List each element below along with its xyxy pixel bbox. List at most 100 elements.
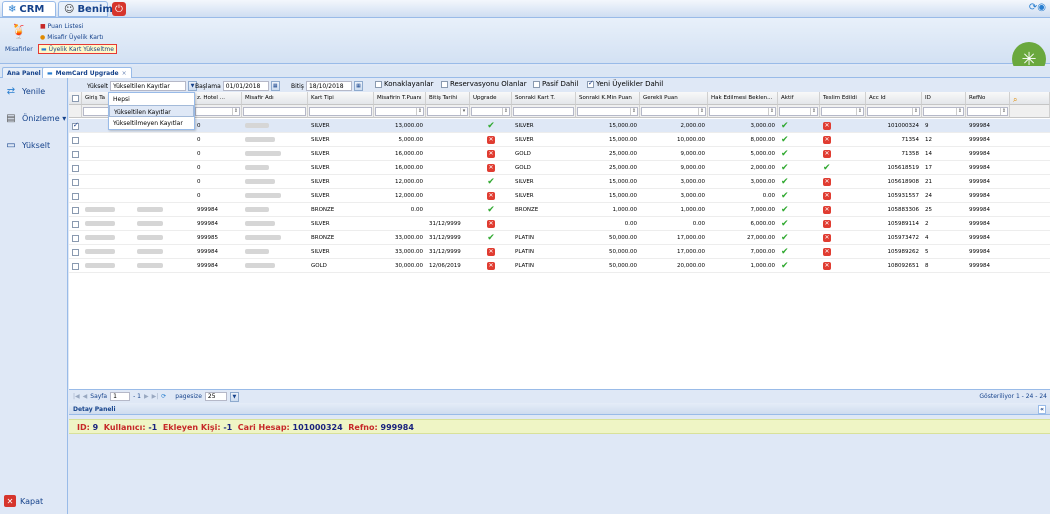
check-yeni-uyelik[interactable]: Yeni Üyelikler Dahil xyxy=(587,79,663,88)
cell-sel[interactable] xyxy=(69,175,82,189)
column-filter[interactable]: ⇕ xyxy=(194,105,242,118)
preview-button[interactable]: ▤ Önizleme ▾ xyxy=(4,111,66,125)
calendar-icon[interactable]: ▦ xyxy=(270,81,280,91)
spinner-icon[interactable]: ⇕ xyxy=(810,108,817,115)
column-header[interactable]: Upgrade xyxy=(470,92,512,105)
table-row[interactable]: 0 SILVER 13,000.00 ✔ SILVER 15,000.00 2,000.00… xyxy=(69,119,1050,133)
cell-sel[interactable] xyxy=(69,231,82,245)
table-row[interactable]: 999984 GOLD 30,000.00 12/06/2019 ✕ PLATIN 50,0… xyxy=(69,259,1050,273)
column-filter[interactable]: ⇕ xyxy=(866,105,922,118)
dropdown-option[interactable]: Hepsi xyxy=(109,93,194,105)
calendar-icon[interactable]: ▦ xyxy=(353,81,363,91)
row-checkbox[interactable] xyxy=(72,235,79,242)
filter-input[interactable]: ⇕ xyxy=(779,107,818,116)
checkbox[interactable] xyxy=(587,79,594,88)
row-checkbox[interactable] xyxy=(72,121,79,130)
collapse-icon[interactable]: « xyxy=(1038,405,1046,414)
row-checkbox[interactable] xyxy=(72,165,79,172)
column-filter[interactable]: ⇕ xyxy=(374,105,426,118)
spinner-icon[interactable]: ⇕ xyxy=(956,108,963,115)
column-filter[interactable]: ⇕ xyxy=(576,105,640,118)
column-filter[interactable]: ⇕ xyxy=(708,105,778,118)
tab-memcard-upgrade[interactable]: ▬ MemCard Upgrade × xyxy=(42,67,132,78)
column-filter[interactable]: ⇕ xyxy=(470,105,512,118)
filter-input[interactable]: ⇕ xyxy=(471,107,510,116)
close-icon[interactable]: × xyxy=(122,70,127,77)
close-button[interactable]: ✕ Kapat xyxy=(4,494,43,508)
column-filter[interactable]: ⇕ xyxy=(966,105,1010,118)
cell-sel[interactable] xyxy=(69,133,82,147)
column-filter[interactable] xyxy=(512,105,576,118)
sync-icon[interactable]: ⟳◉ xyxy=(1029,2,1046,13)
row-checkbox[interactable] xyxy=(72,137,79,144)
table-row[interactable]: 999984 SILVER 31/12/9999 ✕ 0.00 0.00 6,000.00 ✔… xyxy=(69,217,1050,231)
spinner-icon[interactable]: ▾ xyxy=(460,108,467,115)
ribbon-item-points-list[interactable]: ■ Puan Listesi xyxy=(38,21,85,31)
column-header[interactable]: Kart Tipi xyxy=(308,92,374,105)
filter-input[interactable]: ⇕ xyxy=(923,107,964,116)
column-header[interactable]: Gerekli Puan xyxy=(640,92,708,105)
checkbox[interactable] xyxy=(533,80,540,88)
filter-input[interactable] xyxy=(513,107,574,116)
checkbox[interactable] xyxy=(441,80,448,88)
cell-sel[interactable] xyxy=(69,245,82,259)
column-header[interactable]: ID xyxy=(922,92,966,105)
filter-input[interactable]: ⇕ xyxy=(641,107,706,116)
row-checkbox[interactable] xyxy=(72,207,79,214)
column-filter[interactable] xyxy=(308,105,374,118)
prev-page-icon[interactable]: ◀ xyxy=(83,393,88,400)
page-input[interactable]: 1 xyxy=(110,392,131,401)
column-header[interactable]: Hak Edilmesi Beklen... xyxy=(708,92,778,105)
crm-tab[interactable]: ❄ CRM xyxy=(2,1,56,17)
filter-input[interactable]: ⇕ xyxy=(867,107,920,116)
column-filter[interactable]: ⇕ xyxy=(640,105,708,118)
cell-sel[interactable] xyxy=(69,119,82,133)
filter-input[interactable]: ⇕ xyxy=(195,107,240,116)
row-checkbox[interactable] xyxy=(72,221,79,228)
row-checkbox[interactable] xyxy=(72,151,79,158)
cell-sel[interactable] xyxy=(69,259,82,273)
column-header[interactable]: z. Hotel ... xyxy=(194,92,242,105)
spinner-icon[interactable]: ⇕ xyxy=(232,108,239,115)
cell-sel[interactable] xyxy=(69,189,82,203)
ribbon-item-card-upgrade[interactable]: ▬ Üyelik Kart Yükseltme xyxy=(38,44,117,54)
tab-ana-panel[interactable]: Ana Panel xyxy=(2,67,46,78)
table-row[interactable]: 0 SILVER 12,000.00 ✔ SILVER 15,000.00 3,000.00… xyxy=(69,175,1050,189)
spinner-icon[interactable]: ⇕ xyxy=(768,108,775,115)
cell-sel[interactable] xyxy=(69,217,82,231)
filter-input[interactable]: ⇕ xyxy=(577,107,638,116)
table-row[interactable]: 0 SILVER 16,000.00 ✕ GOLD 25,000.00 9,000.00 5,… xyxy=(69,147,1050,161)
table-row[interactable]: 999985 BRONZE 33,000.00 31/12/9999 ✔ PLATIN 50… xyxy=(69,231,1050,245)
refresh-button[interactable]: ⇄ Yenile xyxy=(4,84,45,98)
select-all-checkbox[interactable] xyxy=(69,92,82,105)
row-checkbox[interactable] xyxy=(72,249,79,256)
upgrade-button[interactable]: ▭ Yükselt xyxy=(4,138,50,152)
filter-input[interactable]: ⇕ xyxy=(709,107,776,116)
filter-input[interactable]: ⇕ xyxy=(967,107,1008,116)
filter-input[interactable]: ▾ xyxy=(427,107,468,116)
table-row[interactable]: 0 SILVER 16,000.00 ✕ GOLD 25,000.00 9,000.00 2,… xyxy=(69,161,1050,175)
filter-input[interactable]: ⇕ xyxy=(375,107,424,116)
filter-input[interactable] xyxy=(243,107,306,116)
search-icon[interactable]: ⌕ xyxy=(1013,95,1017,104)
table-row[interactable]: 0 SILVER 12,000.00 ✕ SILVER 15,000.00 3,000.00… xyxy=(69,189,1050,203)
column-filter[interactable]: ▾ xyxy=(426,105,470,118)
column-filter[interactable] xyxy=(242,105,308,118)
spinner-icon[interactable]: ⇕ xyxy=(1000,108,1007,115)
power-button[interactable]: ⏻ xyxy=(112,2,126,16)
chevron-down-icon[interactable]: ▼ xyxy=(229,391,239,402)
ribbon-item-membership-card[interactable]: ● Misafir Üyelik Kartı xyxy=(38,32,105,42)
check-reservasyon[interactable]: Reservasyonu Olanlar xyxy=(441,80,527,88)
check-konaklayanlar[interactable]: Konaklayanlar xyxy=(375,80,434,88)
spinner-icon[interactable]: ⇕ xyxy=(630,108,637,115)
cell-sel[interactable] xyxy=(69,203,82,217)
column-header[interactable]: Sonraki Kart T. xyxy=(512,92,576,105)
column-header[interactable]: Teslim Edildi xyxy=(820,92,866,105)
column-filter[interactable]: ⇕ xyxy=(820,105,866,118)
table-row[interactable]: 0 SILVER 5,000.00 ✕ SILVER 15,000.00 10,000.00… xyxy=(69,133,1050,147)
first-page-icon[interactable]: |◀ xyxy=(73,393,80,400)
column-header[interactable]: Aktif xyxy=(778,92,820,105)
row-checkbox[interactable] xyxy=(72,263,79,270)
row-checkbox[interactable] xyxy=(72,179,79,186)
column-header[interactable]: RefNo xyxy=(966,92,1010,105)
